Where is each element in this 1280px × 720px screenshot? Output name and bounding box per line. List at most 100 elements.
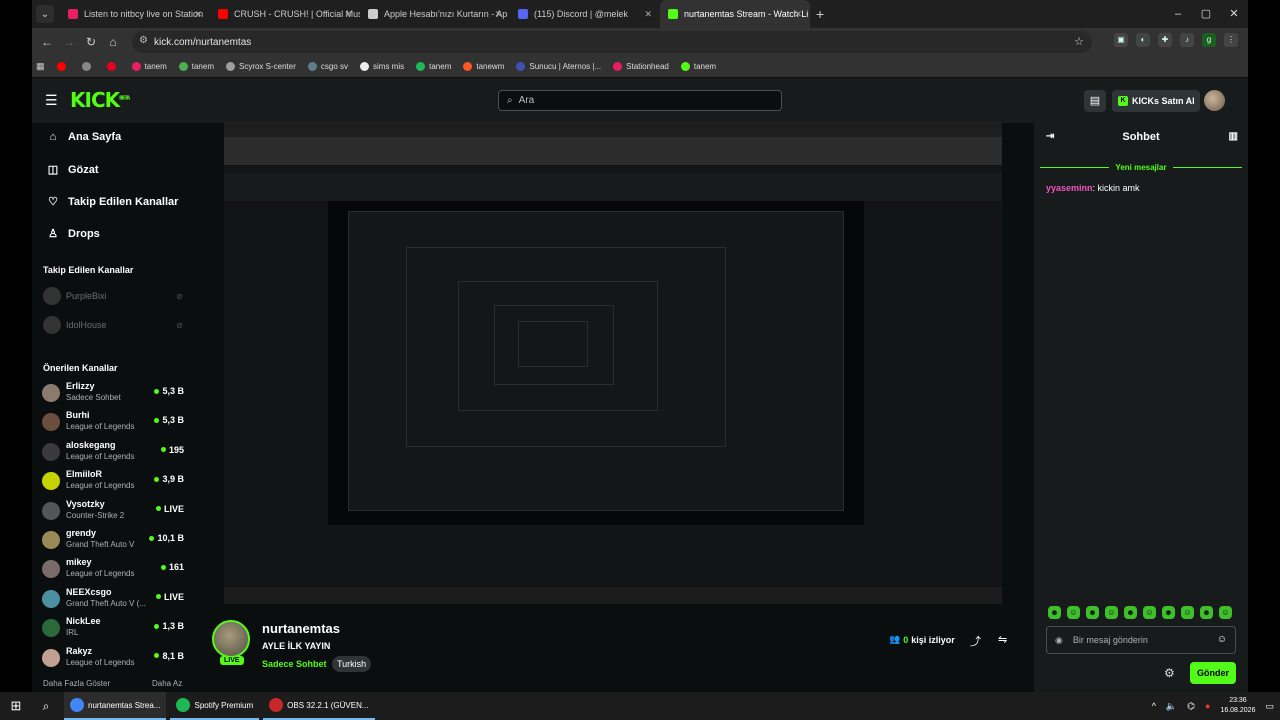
extension-icon[interactable]: ◐	[1136, 33, 1150, 47]
emote-icon[interactable]: ☻	[1048, 606, 1061, 619]
channel-avatar[interactable]	[212, 620, 250, 658]
emote-icon[interactable]: ☺	[1105, 606, 1118, 619]
chat-input[interactable]: ◉ Bir mesaj gönderin ☺	[1046, 626, 1236, 654]
buy-kicks-button[interactable]: K KICKs Satın Al	[1112, 90, 1200, 112]
collapse-chat-icon[interactable]: ⇥	[1046, 131, 1054, 142]
close-tab-icon[interactable]: ✕	[794, 9, 802, 20]
taskbar-app[interactable]: Spotify Premium	[170, 692, 260, 720]
recommended-channel[interactable]: Erlizzy Sadece Sohbet 5,3 B	[42, 379, 184, 407]
windows-start-icon[interactable]: ⊞	[0, 698, 32, 714]
forward-icon[interactable]: →	[58, 35, 80, 49]
taskbar-app[interactable]: OBS 32.2.1 (GÜVEN...	[263, 692, 375, 720]
close-tab-icon[interactable]: ✕	[494, 9, 502, 20]
followed-channel[interactable]: IdolHouse ⊘	[43, 316, 183, 334]
stream-category[interactable]: Sadece Sohbet	[262, 659, 327, 669]
followed-channel[interactable]: PurpleBixi ⊘	[43, 287, 183, 305]
recommended-channel[interactable]: mikey League of Legends 161	[42, 555, 184, 583]
recommended-channel[interactable]: grendy Grand Theft Auto V 10,1 B	[42, 526, 184, 554]
search-input[interactable]: ⌕ Ara	[498, 90, 782, 111]
record-icon[interactable]: ●	[1205, 701, 1210, 711]
browser-tab[interactable]: Apple Hesabı'nızı Kurtarın - Ap ✕	[360, 0, 510, 28]
bookmark-item[interactable]: Scyrox S-center	[225, 62, 296, 71]
recommended-channel[interactable]: Burhi League of Legends 5,3 B	[42, 408, 184, 436]
emote-icon[interactable]: ☺	[1219, 606, 1232, 619]
video-player[interactable]	[224, 121, 1002, 604]
close-tab-icon[interactable]: ✕	[644, 9, 652, 20]
apps-grid-icon[interactable]: ▦	[36, 61, 45, 72]
user-badge-icon[interactable]: ◉	[1055, 635, 1063, 646]
user-avatar[interactable]	[1204, 90, 1225, 111]
bookmark-item[interactable]: sims mis	[360, 62, 404, 71]
kick-logo[interactable]: KICKBETA	[70, 88, 130, 112]
bookmark-item[interactable]: Stationhead	[613, 62, 669, 71]
emote-icon[interactable]: ☺	[1067, 606, 1080, 619]
new-tab-button[interactable]: +	[816, 6, 824, 22]
emoji-icon[interactable]: ☺	[1217, 634, 1227, 645]
volume-icon[interactable]: 🔈	[1166, 701, 1177, 712]
bookmark-item[interactable]: tanem	[131, 62, 167, 71]
profile-icon[interactable]: g	[1202, 33, 1216, 47]
media-icon[interactable]: ♪	[1180, 33, 1194, 47]
browser-tab[interactable]: CRUSH - CRUSH! | Official Mus ✕	[210, 0, 360, 28]
recommended-channel[interactable]: NEEXcsgo Grand Theft Auto V (... LIVE	[42, 585, 184, 613]
recommended-channel[interactable]: Vysotzky Counter-Strike 2 LIVE	[42, 497, 184, 525]
emote-icon[interactable]: ☺	[1143, 606, 1156, 619]
puzzle-icon[interactable]: ✚	[1158, 33, 1172, 47]
bookmark-item[interactable]: tanem	[680, 62, 716, 71]
nav-item-browse[interactable]: ◫ Gözat	[46, 163, 99, 177]
dashboard-icon[interactable]: ▤	[1084, 90, 1106, 112]
tray-chevron-icon[interactable]: ^	[1152, 701, 1156, 711]
tab-search-icon[interactable]: ⌄	[36, 5, 54, 23]
url-field[interactable]: ⚙ kick.com/nurtanemtas ☆	[132, 31, 1092, 53]
emote-icon[interactable]: ☻	[1086, 606, 1099, 619]
emote-icon[interactable]: ☻	[1162, 606, 1175, 619]
recommended-channel[interactable]: ElmiiloR League of Legends 3,9 B	[42, 467, 184, 495]
taskbar-app[interactable]: nurtanemtas Strea...	[64, 692, 167, 720]
chat-username[interactable]: yyaseminn	[1046, 183, 1093, 193]
bookmark-item[interactable]: tanem	[416, 62, 451, 71]
home-icon[interactable]: ⌂	[102, 35, 124, 49]
chat-settings-icon[interactable]: ⚙	[1164, 666, 1175, 680]
back-icon[interactable]: ←	[36, 35, 58, 49]
recommended-channel[interactable]: Rakyz League of Legends 8,1 B	[42, 644, 184, 672]
maximize-icon[interactable]: ▢	[1192, 0, 1220, 28]
minimize-icon[interactable]: –	[1164, 0, 1192, 28]
bookmark-item[interactable]	[81, 62, 95, 71]
network-icon[interactable]: ⌬	[1187, 701, 1195, 712]
bookmark-item[interactable]	[56, 62, 70, 71]
notifications-icon[interactable]: ▭	[1265, 701, 1274, 712]
emote-icon[interactable]: ☻	[1200, 606, 1213, 619]
nav-item-home[interactable]: ⌂ Ana Sayfa	[46, 131, 122, 143]
bookmark-item[interactable]: tanewm	[463, 62, 504, 71]
nav-item-drops[interactable]: ♙ Drops	[46, 227, 100, 241]
bookmark-item[interactable]: Sunucu | Aternos |...	[516, 62, 601, 71]
close-tab-icon[interactable]: ✕	[344, 9, 352, 20]
close-tab-icon[interactable]: ✕	[194, 9, 202, 20]
channel-name[interactable]: nurtanemtas	[262, 621, 340, 636]
send-button[interactable]: Gönder	[1190, 662, 1236, 684]
share-icon[interactable]: ⤴	[970, 633, 981, 649]
recommended-channel[interactable]: NickLee IRL 1,3 B	[42, 614, 184, 642]
bookmark-item[interactable]	[106, 62, 120, 71]
browser-tab[interactable]: Listen to nitbcy live on Station ✕	[60, 0, 210, 28]
recommended-channel[interactable]: aloskegang League of Legends 195	[42, 438, 184, 466]
gift-icon[interactable]: ⇋	[998, 633, 1007, 646]
emote-icon[interactable]: ☻	[1124, 606, 1137, 619]
emote-icon[interactable]: ☺	[1181, 606, 1194, 619]
bookmark-item[interactable]: csgo sv	[307, 62, 348, 71]
browser-tab[interactable]: (115) Discord | @melek ✕	[510, 0, 660, 28]
chat-users-icon[interactable]: ▥	[1229, 131, 1238, 142]
clock[interactable]: 23:36 16.08.2026	[1220, 696, 1255, 716]
close-window-icon[interactable]: ✕	[1220, 0, 1248, 28]
nav-item-following[interactable]: ♡ Takip Edilen Kanallar	[46, 195, 178, 209]
extension-icon[interactable]: ▣	[1114, 33, 1128, 47]
menu-dots-icon[interactable]: ⋮	[1224, 33, 1238, 47]
reload-icon[interactable]: ↻	[80, 35, 102, 49]
taskbar-search-icon[interactable]: ⌕	[32, 699, 60, 714]
site-info-icon[interactable]: ⚙	[139, 35, 148, 46]
show-less-link[interactable]: Daha Az	[152, 679, 182, 688]
bookmark-star-icon[interactable]: ☆	[1074, 35, 1084, 48]
menu-icon[interactable]: ☰	[45, 92, 58, 109]
bookmark-item[interactable]: tanem	[178, 62, 214, 71]
language-tag[interactable]: Turkish	[332, 656, 372, 672]
